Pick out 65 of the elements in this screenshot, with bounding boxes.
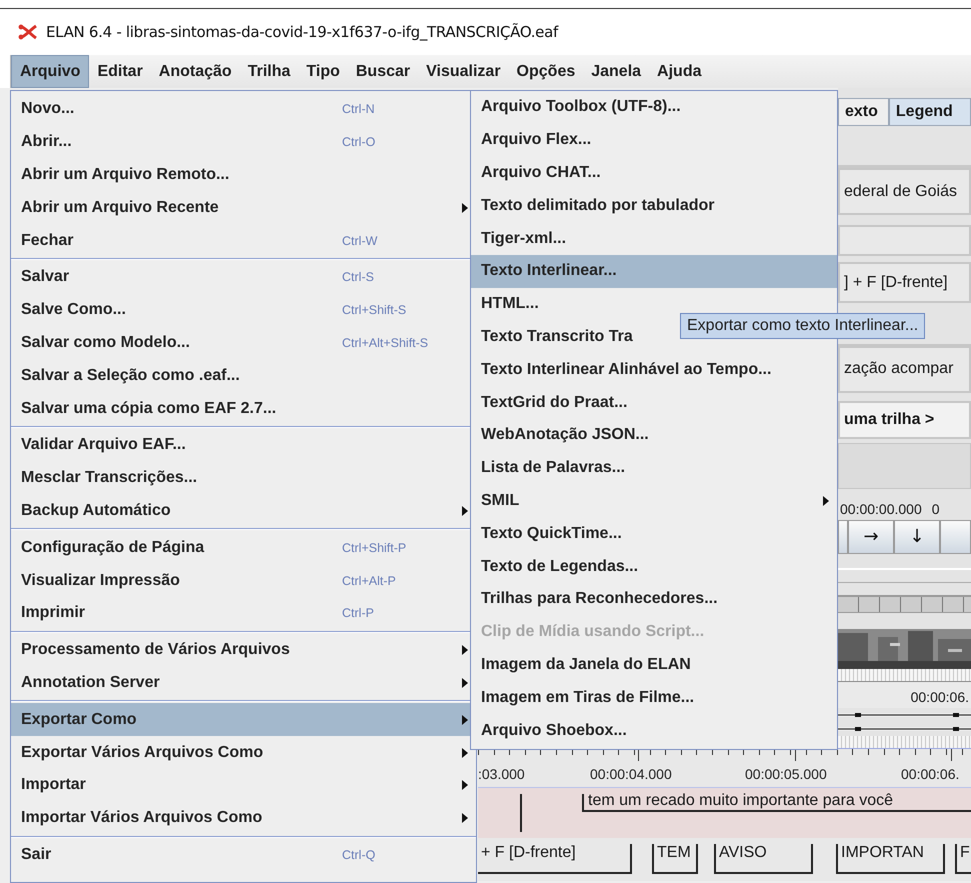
scissors-icon bbox=[18, 24, 38, 40]
annotation[interactable]: F bbox=[955, 844, 971, 874]
menu-title[interactable]: Opções bbox=[508, 55, 584, 88]
menu-item[interactable]: Texto de Legendas... bbox=[471, 550, 837, 583]
menu-title[interactable]: Ajuda bbox=[649, 55, 710, 88]
text-field[interactable] bbox=[838, 225, 971, 256]
menu-item[interactable]: WebAnotação JSON... bbox=[471, 418, 837, 452]
shortcut-label: Ctrl-O bbox=[342, 135, 376, 150]
nav-button[interactable]: → bbox=[848, 520, 894, 554]
menu-item[interactable]: SMIL bbox=[471, 484, 837, 518]
menu-item[interactable]: TextGrid do Praat... bbox=[471, 386, 837, 419]
menu-title[interactable]: Anotação bbox=[150, 55, 240, 88]
nav-button[interactable]: ↓ bbox=[894, 520, 940, 554]
shortcut-label: Ctrl-Q bbox=[342, 848, 376, 862]
menu-item[interactable]: Arquivo Toolbox (UTF-8)... bbox=[471, 91, 837, 124]
shortcut-label: Ctrl-N bbox=[342, 102, 376, 116]
menu-item[interactable]: Importar bbox=[11, 768, 476, 802]
ruler-label: 00:00:05.000 bbox=[745, 766, 827, 782]
menu-item[interactable]: Arquivo Flex... bbox=[471, 124, 837, 157]
text-field[interactable]: ] + F [D-frente] bbox=[838, 262, 971, 304]
menu-title[interactable]: Visualizar bbox=[418, 55, 509, 88]
menu-item[interactable]: Texto Interlinear Alinhável ao Tempo... bbox=[471, 353, 837, 386]
shortcut-label: Ctrl+Alt+Shift-S bbox=[342, 336, 430, 350]
ruler-label: 00:00:06. bbox=[910, 688, 969, 705]
annotation[interactable]: AVISO bbox=[714, 844, 813, 874]
tier-selector[interactable]: uma trilha > bbox=[838, 401, 971, 440]
ruler-label: :03.000 bbox=[478, 766, 525, 782]
annotation[interactable]: + F [D-frente] bbox=[478, 844, 632, 874]
menu-item[interactable]: Tiger-xml... bbox=[471, 222, 837, 255]
shortcut-label: Ctrl+Shift-P bbox=[342, 540, 408, 555]
tab[interactable]: exto bbox=[838, 98, 889, 126]
text-field[interactable]: ederal de Goiás bbox=[838, 168, 971, 216]
menu-item[interactable]: Importar Vários Arquivos Como bbox=[11, 802, 476, 835]
menu-title[interactable]: Tipo bbox=[298, 55, 348, 88]
menu-title[interactable]: Janela bbox=[583, 55, 650, 88]
tooltip: Exportar como texto Interlinear... bbox=[680, 313, 926, 339]
ruler-label: 00:00:04.000 bbox=[590, 766, 672, 782]
menu-item[interactable]: Lista de Palavras... bbox=[471, 452, 837, 485]
time-readout: 00:00:00.000 bbox=[840, 501, 922, 518]
annotation[interactable]: TEM bbox=[652, 844, 698, 874]
shortcut-label: Ctrl+Shift-S bbox=[342, 303, 408, 318]
text-field[interactable]: zação acompar bbox=[838, 346, 971, 394]
menu-item[interactable]: Texto Interlinear... bbox=[471, 254, 837, 288]
window-title: ELAN 6.4 - libras-sintomas-da-covid-19-x1f637-o-ifg_TRANSCRIÇÃO.eaf bbox=[46, 23, 558, 41]
shortcut-label: Ctrl-W bbox=[342, 234, 378, 248]
annotation[interactable]: IMPORTAN bbox=[836, 844, 945, 874]
shortcut-label: Ctrl-S bbox=[342, 270, 375, 284]
ruler-label: 00:00:06. bbox=[901, 766, 960, 782]
menu-title[interactable]: Arquivo bbox=[11, 55, 90, 88]
menu-item[interactable]: Sair Ctrl-Q bbox=[11, 838, 476, 872]
menu-item[interactable]: Texto delimitado por tabulador bbox=[471, 189, 837, 222]
menu-item[interactable]: Texto QuickTime... bbox=[471, 517, 837, 550]
menu-title[interactable]: Buscar bbox=[348, 55, 418, 88]
nav-button[interactable] bbox=[838, 520, 848, 554]
menu-item[interactable]: Trilhas para Reconhecedores... bbox=[471, 582, 837, 616]
menu-title[interactable]: Trilha bbox=[240, 55, 298, 88]
shortcut-label: Ctrl+Alt-P bbox=[342, 574, 397, 588]
nav-button[interactable] bbox=[940, 520, 971, 554]
menu-item[interactable]: Imagem da Janela do ELAN bbox=[471, 648, 837, 682]
tab[interactable]: Legend bbox=[888, 98, 971, 126]
slider-track[interactable] bbox=[838, 568, 971, 582]
shortcut-label: Ctrl-P bbox=[342, 606, 375, 620]
menu-title[interactable]: Editar bbox=[89, 55, 151, 88]
frame-readout: 0 bbox=[932, 501, 940, 518]
menu-item[interactable]: Arquivo CHAT... bbox=[471, 156, 837, 190]
